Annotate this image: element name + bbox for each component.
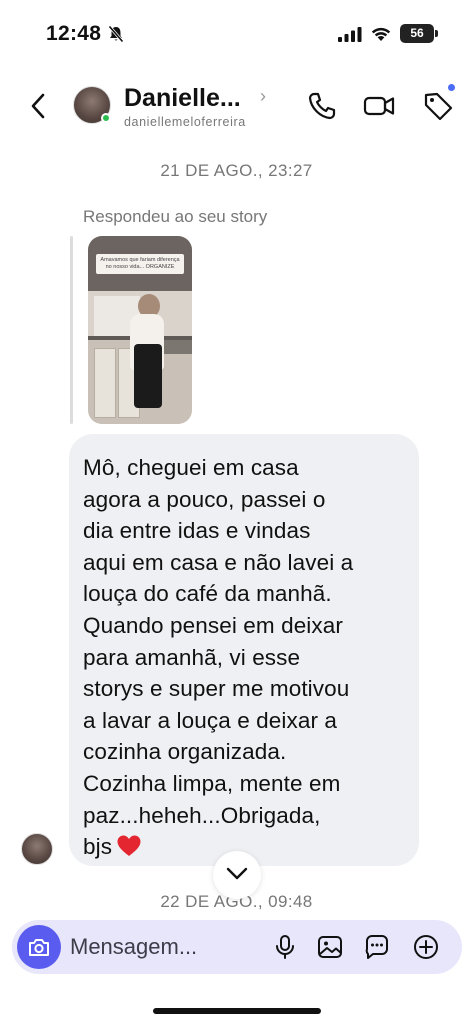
back-icon[interactable] bbox=[28, 92, 50, 120]
reply-indicator-bar bbox=[70, 236, 73, 424]
battery-level: 56 bbox=[410, 26, 424, 40]
signal-icon bbox=[338, 27, 362, 42]
message-timestamp: 21 DE AGO., 23:27 bbox=[160, 161, 313, 180]
gallery-icon[interactable] bbox=[316, 933, 344, 961]
contact-handle: daniellemeloferreira bbox=[124, 115, 246, 129]
heart-icon bbox=[117, 835, 141, 857]
bell-off-icon bbox=[108, 25, 124, 43]
wifi-icon bbox=[371, 27, 391, 41]
message-composer bbox=[12, 920, 462, 974]
chat-header: Danielle... › daniellemeloferreira bbox=[0, 72, 473, 138]
home-indicator[interactable] bbox=[153, 1008, 321, 1014]
chevron-down-icon bbox=[226, 867, 248, 880]
story-cabinet-door bbox=[94, 348, 116, 418]
story-thumbnail[interactable]: Amavamos que fariam diferença no nosso v… bbox=[88, 236, 192, 424]
story-person-apron bbox=[134, 344, 162, 408]
contact-avatar[interactable] bbox=[73, 86, 111, 124]
plus-icon[interactable] bbox=[412, 933, 440, 961]
notification-dot bbox=[448, 84, 455, 91]
contact-name[interactable]: Danielle... bbox=[124, 84, 241, 113]
battery-icon: 56 bbox=[400, 24, 438, 43]
scroll-to-bottom-button[interactable] bbox=[213, 851, 261, 899]
phone-icon[interactable] bbox=[306, 90, 338, 122]
sender-avatar[interactable] bbox=[21, 833, 53, 865]
story-caption: Amavamos que fariam diferença no nosso v… bbox=[96, 254, 184, 274]
story-sink bbox=[162, 340, 192, 354]
story-reply-label: Respondeu ao seu story bbox=[83, 207, 268, 226]
status-time: 12:48 bbox=[46, 22, 102, 45]
status-bar: 12:48 56 bbox=[0, 0, 473, 68]
camera-button[interactable] bbox=[17, 925, 61, 969]
sticker-icon[interactable] bbox=[363, 933, 391, 961]
tag-icon[interactable] bbox=[422, 90, 454, 122]
message-input[interactable] bbox=[70, 928, 260, 966]
mic-icon[interactable] bbox=[271, 933, 299, 961]
message-text: Mô, cheguei em casa agora a pouco, passe… bbox=[83, 455, 354, 860]
online-indicator bbox=[101, 113, 111, 123]
video-icon[interactable] bbox=[363, 90, 395, 122]
chevron-right-icon: › bbox=[260, 86, 266, 106]
camera-icon bbox=[29, 939, 49, 956]
message-bubble[interactable]: Mô, cheguei em casa agora a pouco, passe… bbox=[69, 434, 419, 866]
